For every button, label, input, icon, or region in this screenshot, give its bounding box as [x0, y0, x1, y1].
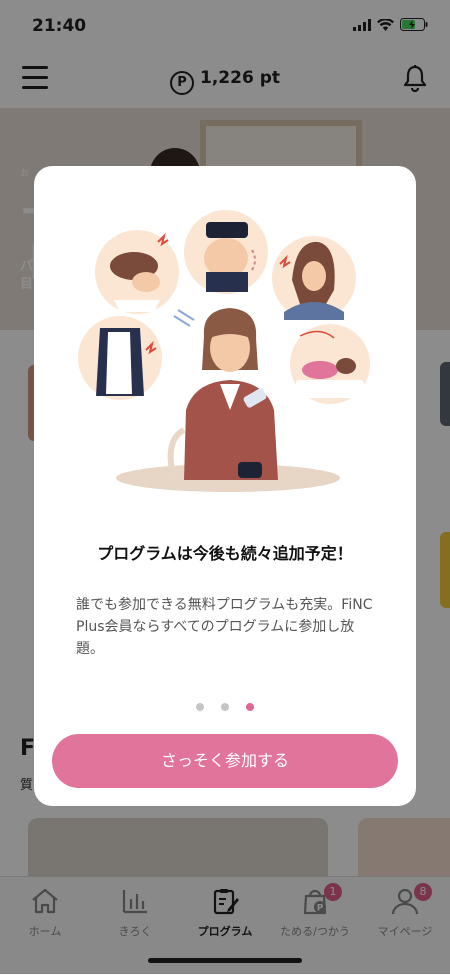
illustration-woman: [167, 308, 278, 481]
pagination-dot-active[interactable]: [246, 703, 255, 711]
modal-description: 誰でも参加できる無料プログラムも充実。FiNC Plus会員ならすべてのプログラ…: [76, 597, 373, 657]
illustration-tired-circle: [272, 236, 356, 320]
illustration-sleeping-circle: [290, 324, 370, 404]
illustration-back-pain-circle: [78, 316, 162, 400]
join-now-button[interactable]: さっそく参加する: [52, 734, 398, 788]
illustration-headache-circle: [95, 230, 179, 314]
modal-title: プログラムは今後も続々追加予定！: [97, 544, 353, 563]
program-illustration: [78, 210, 370, 492]
pagination-dot[interactable]: [221, 703, 229, 711]
illustration-belly-circle: [184, 210, 268, 294]
pagination-dots: [34, 696, 416, 715]
program-announcement-modal: プログラムは今後も続々追加予定！ 誰でも参加できる無料プログラムも充実。FiNC…: [34, 166, 416, 806]
pagination-dot[interactable]: [195, 703, 204, 711]
